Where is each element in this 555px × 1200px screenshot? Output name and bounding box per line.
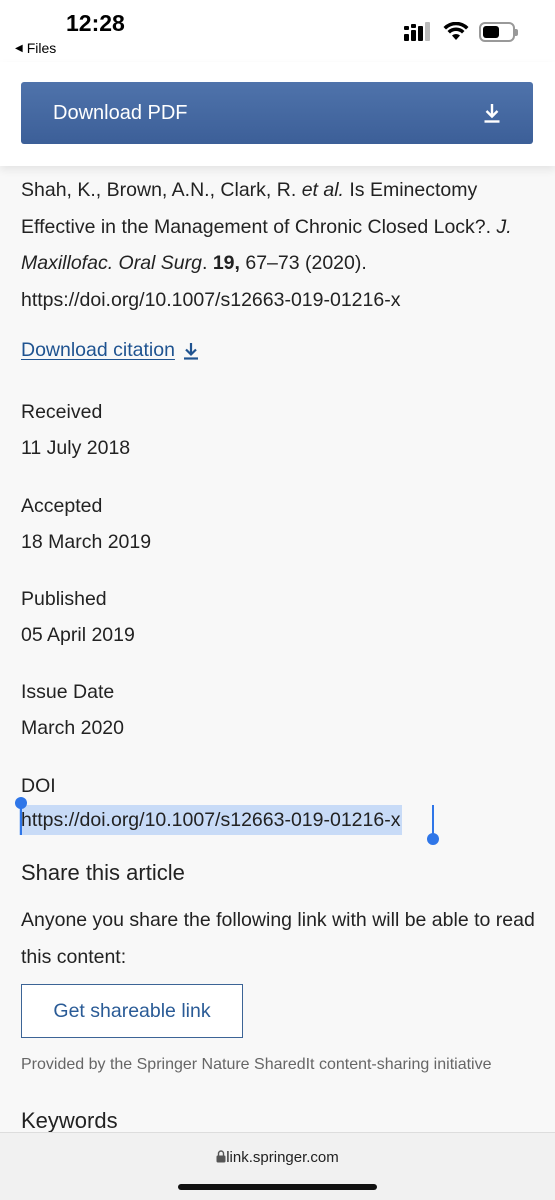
wifi-icon (443, 22, 469, 40)
published-label: Published (21, 588, 107, 610)
accepted-label: Accepted (21, 495, 103, 517)
cellular-signal-icon (404, 22, 430, 41)
url-display[interactable]: link.springer.com (0, 1149, 555, 1166)
battery-fill (483, 26, 500, 38)
share-description: Anyone you share the following link with… (21, 909, 535, 968)
home-indicator[interactable] (178, 1184, 377, 1190)
download-citation-link[interactable]: Download citation (21, 339, 536, 362)
received-label: Received (21, 401, 103, 423)
back-arrow-icon: ◀ (15, 42, 23, 54)
citation-pages-year: 67–73 (2020). (239, 252, 367, 274)
selection-start-caret (20, 805, 22, 835)
status-time: 12:28 (66, 10, 125, 36)
accepted-value: 18 March 2019 (21, 531, 152, 553)
download-citation-label: Download citation (21, 339, 175, 361)
issue-date-info: Issue Date March 2020 (21, 674, 124, 746)
status-bar: 12:28 ◀ Files (0, 0, 555, 62)
get-shareable-link-button[interactable]: Get shareable link (21, 984, 243, 1038)
issue-date-label: Issue Date (21, 681, 115, 703)
citation-authors: Shah, K., Brown, A.N., Clark, R. (21, 179, 302, 201)
lock-icon (216, 1150, 226, 1163)
received-value: 11 July 2018 (21, 437, 131, 459)
published-value: 05 April 2019 (21, 624, 135, 646)
sharedit-provided-note: Provided by the Springer Nature SharedIt… (21, 1056, 492, 1073)
url-text: link.springer.com (226, 1149, 339, 1166)
download-pdf-button[interactable]: Download PDF (21, 82, 533, 144)
issue-date-value: March 2020 (21, 717, 124, 739)
accepted-info: Accepted 18 March 2019 (21, 488, 151, 560)
doi-link-selected[interactable]: https://doi.org/10.1007/s12663-019-01216… (19, 805, 403, 835)
browser-url-bar[interactable]: link.springer.com (0, 1132, 555, 1200)
selection-end-handle[interactable] (427, 833, 439, 845)
citation-doi-url: https://doi.org/10.1007/s12663-019-01216… (21, 288, 401, 311)
citation-et-al: et al. (301, 179, 344, 201)
selection-end-caret (432, 805, 434, 835)
download-citation-icon (183, 342, 198, 360)
citation-volume: 19, (212, 252, 240, 274)
back-to-files-button[interactable]: ◀ Files (15, 40, 56, 56)
published-info: Published 05 April 2019 (21, 581, 135, 653)
battery-icon (479, 22, 518, 42)
download-pdf-label: Download PDF (53, 101, 188, 124)
download-pdf-bar: Download PDF (0, 62, 555, 166)
download-icon (484, 104, 500, 123)
citation-text: Shah, K., Brown, A.N., Clark, R. et al. … (21, 172, 536, 318)
status-icons (403, 22, 518, 42)
citation-section: Shah, K., Brown, A.N., Clark, R. et al. … (21, 170, 536, 362)
share-article-heading: Share this article (21, 860, 185, 885)
back-label: Files (26, 40, 57, 56)
doi-label: DOI (21, 775, 56, 797)
citation-journal-sep: . (201, 252, 213, 274)
keywords-heading: Keywords (21, 1108, 118, 1132)
received-info: Received 11 July 2018 (21, 394, 130, 466)
doi-info: DOI (21, 768, 56, 804)
